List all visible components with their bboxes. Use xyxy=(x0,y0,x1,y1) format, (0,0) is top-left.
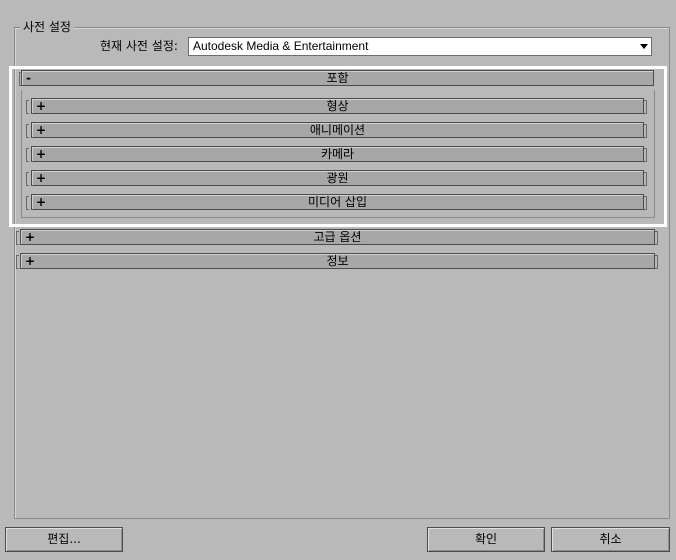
rollout-bracket-right xyxy=(644,100,647,114)
rollout-lights[interactable]: + 광원 xyxy=(31,170,644,186)
rollout-animation-title: 애니메이션 xyxy=(309,123,366,137)
current-preset-label: 현재 사전 설정: xyxy=(100,39,178,53)
rollout-bracket-left xyxy=(26,196,29,210)
rollout-bracket-right xyxy=(644,172,647,186)
rollout-embed-media-title: 미디어 삽입 xyxy=(307,195,367,209)
presets-group-label: 사전 설정 xyxy=(20,20,74,34)
rollout-bracket-right xyxy=(644,196,647,210)
edit-button[interactable]: 편집... xyxy=(5,527,123,552)
rollout-bracket-left xyxy=(26,148,29,162)
rollout-geometry[interactable]: + 형상 xyxy=(31,98,644,114)
rollout-advanced-options-title: 고급 옵션 xyxy=(313,230,362,244)
preset-dropdown-value: Autodesk Media & Entertainment xyxy=(193,39,369,53)
rollout-bracket-left xyxy=(16,231,19,245)
rollout-advanced-options[interactable]: + 고급 옵션 xyxy=(20,229,655,245)
rollout-animation[interactable]: + 애니메이션 xyxy=(31,122,644,138)
rollout-bracket-right xyxy=(655,255,658,269)
rollout-bracket-right xyxy=(644,124,647,138)
rollout-bracket-left xyxy=(26,124,29,138)
ok-button[interactable]: 확인 xyxy=(427,527,545,552)
rollout-bracket-left xyxy=(16,255,19,269)
rollout-bracket-right xyxy=(655,231,658,245)
cancel-button[interactable]: 취소 xyxy=(551,527,670,552)
rollout-camera-title: 카메라 xyxy=(320,147,355,161)
rollout-bracket-right xyxy=(644,148,647,162)
rollout-include-title: 포함 xyxy=(326,71,349,85)
chevron-down-icon[interactable] xyxy=(640,44,648,49)
rollout-bracket-left xyxy=(26,100,29,114)
rollout-geometry-title: 형상 xyxy=(326,99,349,113)
rollout-include[interactable]: - 포함 xyxy=(21,70,654,86)
rollout-embed-media[interactable]: + 미디어 삽입 xyxy=(31,194,644,210)
rollout-bracket-left xyxy=(26,172,29,186)
preset-dropdown[interactable]: Autodesk Media & Entertainment xyxy=(188,37,652,56)
rollout-lights-title: 광원 xyxy=(326,171,349,185)
rollout-info-title: 정보 xyxy=(326,254,349,268)
rollout-camera[interactable]: + 카메라 xyxy=(31,146,644,162)
rollout-info[interactable]: + 정보 xyxy=(20,253,655,269)
